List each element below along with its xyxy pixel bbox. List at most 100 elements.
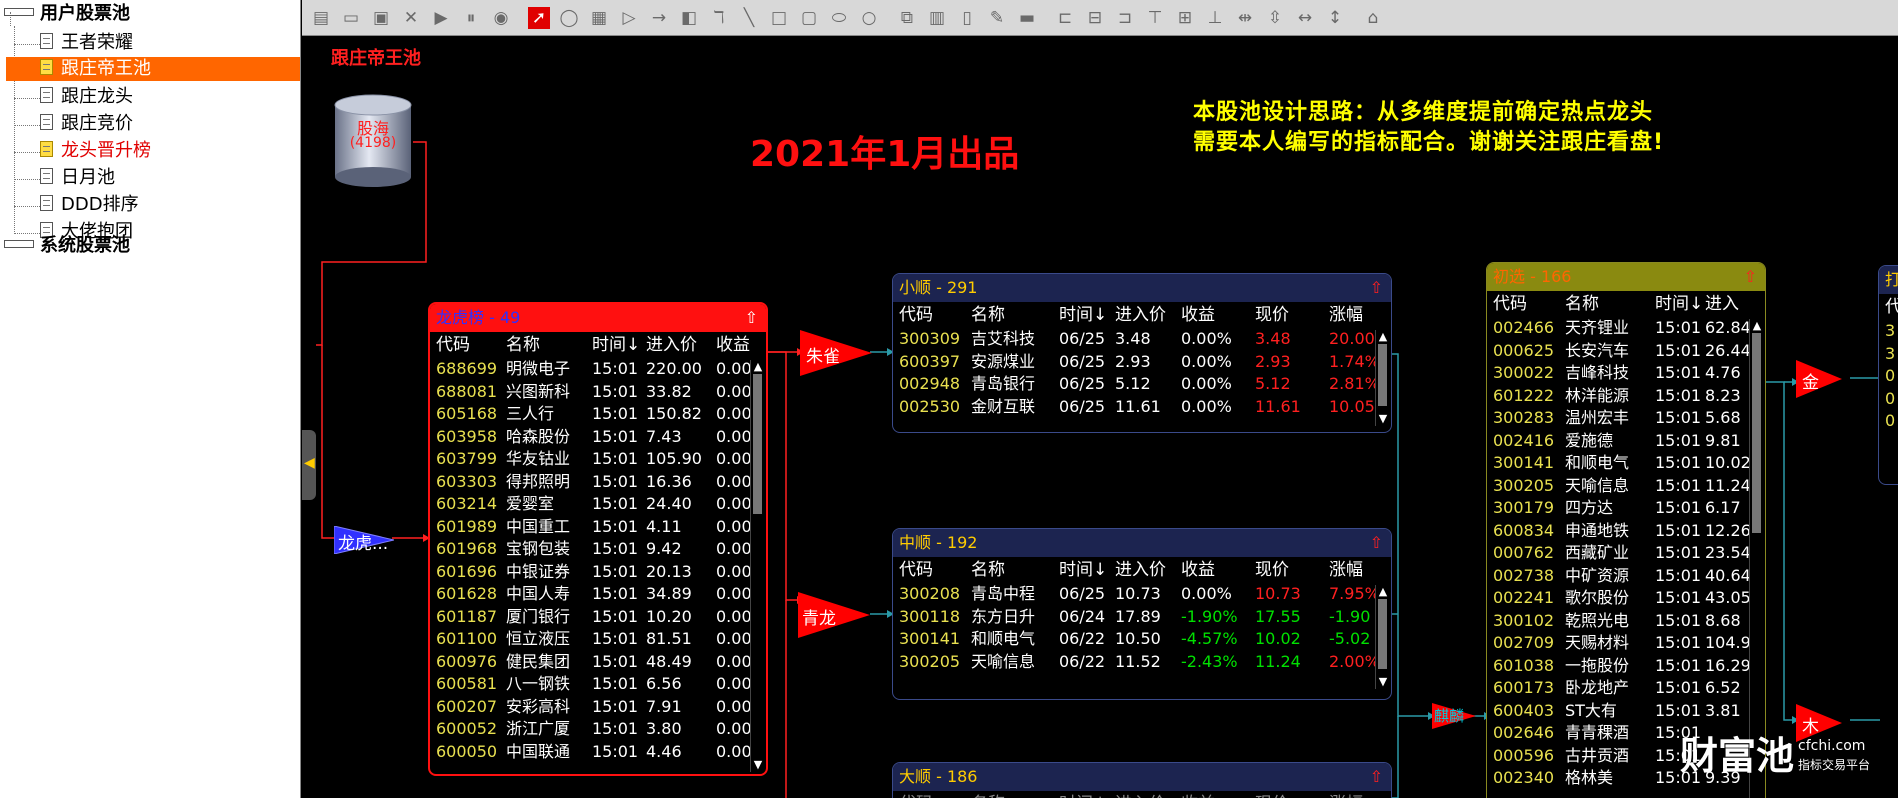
scroll-up-icon[interactable]: ▲ [1376, 330, 1390, 344]
table-row[interactable]: 600397 安源煤业 06/25 2.93 0.00% 2.93 1.74% [893, 351, 1391, 374]
table-row[interactable]: 300179 四方达 15:01 6.17 [1487, 497, 1765, 520]
column-header[interactable]: 进入价 [1115, 557, 1166, 583]
column-header[interactable]: 名称 [971, 791, 1005, 798]
column-header[interactable]: 名称 [506, 332, 540, 358]
column-header[interactable]: 代码 [899, 302, 933, 328]
table-row[interactable]: 601038 一拖股份 15:01 16.29 [1487, 655, 1765, 678]
column-header[interactable]: 代码 [1493, 291, 1527, 317]
scroll-thumb[interactable] [1378, 344, 1387, 406]
panel-scrollbar[interactable]: ▲ ▼ [1375, 330, 1389, 426]
column-header[interactable]: 现价 [1255, 557, 1289, 583]
table-row[interactable]: 603799 华友钴业 15:01 105.90 0.00 [430, 448, 766, 471]
panel-chuxuan[interactable]: 初选 - 166 ⇧ 代码 名称 时间↓ 进入 002466 天齐锂业 15:01 62.8… [1486, 262, 1766, 798]
table-row[interactable]: 601187 厦门银行 15:01 10.20 0.00 [430, 606, 766, 629]
table-row[interactable]: 300141 和顺电气 15:01 10.02 [1487, 452, 1765, 475]
column-header[interactable]: 收益 [1181, 302, 1215, 328]
table-row[interactable]: 300208 青岛中程 06/25 10.73 0.00% 10.73 7.95% [893, 583, 1391, 606]
source-pool-cylinder[interactable]: 股海 (4198) [333, 93, 413, 189]
scroll-thumb[interactable] [1752, 333, 1761, 533]
scroll-up-icon[interactable]: ▲ [1750, 319, 1764, 333]
panel-zhongshun[interactable]: 中顺 - 192 ⇧ 代码 名称 时间↓ 进入价 收益 现价 涨幅 300208 青岛中程 06… [892, 528, 1392, 700]
table-row[interactable]: 002530 金财互联 06/25 11.61 0.00% 11.61 10.05 [893, 396, 1391, 419]
column-header[interactable]: 代码 [899, 791, 933, 798]
column-header[interactable]: 现价 [1255, 302, 1289, 328]
table-row[interactable]: 688081 兴图新科 15:01 33.82 0.00 [430, 381, 766, 404]
scroll-down-icon[interactable]: ▼ [1376, 412, 1390, 426]
table-row[interactable]: 600207 安彩高科 15:01 7.91 0.00 [430, 696, 766, 719]
column-header[interactable]: 收益 [1181, 791, 1215, 798]
panel-xiaoshun[interactable]: 小顺 - 291 ⇧ 代码 名称 时间↓ 进入价 收益 现价 涨幅 300309 吉艾科技 06… [892, 273, 1392, 433]
column-header[interactable]: 名称 [971, 302, 1005, 328]
column-header[interactable]: 时间↓ [592, 332, 640, 358]
column-header[interactable]: 涨幅 [1329, 791, 1363, 798]
flag-longhu[interactable]: 龙虎... [333, 525, 395, 558]
table-row[interactable]: 000625 长安汽车 15:01 26.44 [1487, 340, 1765, 363]
up-arrow-icon[interactable]: ⇧ [1370, 274, 1383, 302]
up-arrow-icon[interactable]: ⇧ [1744, 263, 1757, 291]
table-row[interactable]: 002738 中矿资源 15:01 40.64 [1487, 565, 1765, 588]
table-row[interactable]: 600050 中国联通 15:01 4.46 0.00 [430, 741, 766, 764]
table-row[interactable]: 600834 申通地铁 15:01 12.26 [1487, 520, 1765, 543]
table-row[interactable]: 600403 ST大有 15:01 3.81 [1487, 700, 1765, 723]
table-row[interactable]: 002948 青岛银行 06/25 5.12 0.00% 5.12 2.81% [893, 373, 1391, 396]
column-header[interactable]: 时间↓ [1059, 302, 1107, 328]
table-row[interactable]: 002709 天赐材料 15:01 104.9 [1487, 632, 1765, 655]
table-row[interactable]: 601696 中银证券 15:01 20.13 0.00 [430, 561, 766, 584]
table-row[interactable]: 601968 宝钢包装 15:01 9.42 0.00 [430, 538, 766, 561]
table-row[interactable]: 603303 得邦照明 15:01 16.36 0.00 [430, 471, 766, 494]
table-row[interactable]: 002416 爱施德 15:01 9.81 [1487, 430, 1765, 453]
table-row[interactable]: 300205 天喻信息 15:01 11.24 [1487, 475, 1765, 498]
table-row[interactable]: 300205 天喻信息 06/22 11.52 -2.43% 11.24 2.00% [893, 651, 1391, 674]
table-row[interactable]: 603958 哈森股份 15:01 7.43 0.00 [430, 426, 766, 449]
flag-qinglong[interactable]: 青龙 [798, 592, 870, 642]
table-row[interactable]: 600581 八一钢铁 15:01 6.56 0.00 [430, 673, 766, 696]
column-header[interactable]: 名称 [1565, 291, 1599, 317]
column-header[interactable]: 代码 [899, 557, 933, 583]
table-row[interactable]: 002241 歌尔股份 15:01 43.05 [1487, 587, 1765, 610]
table-row[interactable]: 600976 健民集团 15:01 48.49 0.00 [430, 651, 766, 674]
column-header[interactable]: 涨幅 [1329, 557, 1363, 583]
scroll-up-icon[interactable]: ▲ [1376, 585, 1390, 599]
table-row[interactable]: 300283 温州宏丰 15:01 5.68 [1487, 407, 1765, 430]
column-header[interactable]: 进入价 [1115, 791, 1166, 798]
table-row[interactable]: 300022 吉峰科技 15:01 4.76 [1487, 362, 1765, 385]
table-row[interactable]: 603214 爱婴室 15:01 24.40 0.00 [430, 493, 766, 516]
column-header[interactable]: 进入 [1705, 291, 1739, 317]
table-row[interactable]: 300102 乾照光电 15:01 8.68 [1487, 610, 1765, 633]
up-arrow-icon[interactable]: ⇧ [1370, 763, 1383, 791]
up-arrow-icon[interactable]: ⇧ [1370, 529, 1383, 557]
column-header[interactable]: 进入价 [1115, 302, 1166, 328]
scroll-thumb[interactable] [753, 374, 762, 514]
column-header[interactable]: 名称 [971, 557, 1005, 583]
flag-qilin[interactable]: 麒麟 [1432, 703, 1476, 733]
table-row[interactable]: 000762 西藏矿业 15:01 23.54 [1487, 542, 1765, 565]
panel-scrollbar[interactable]: ▲ ▼ [750, 360, 764, 772]
panel-scrollbar[interactable]: ▲ ▼ [1375, 585, 1389, 689]
column-header[interactable]: 涨幅 [1329, 302, 1363, 328]
table-row[interactable]: 600173 卧龙地产 15:01 6.52 [1487, 677, 1765, 700]
column-header[interactable]: 时间↓ [1059, 557, 1107, 583]
table-row[interactable]: 605168 三人行 15:01 150.82 0.00 [430, 403, 766, 426]
panel-longhubang[interactable]: 龙虎榜 - 49 ⇧ 代码 名称 时间↓ 进入价 收益 688699 明微电子 15:01 2… [428, 302, 768, 776]
panel-edge[interactable]: 打 代 3 3 0 0 0 [1878, 265, 1898, 485]
column-header[interactable]: 收益 [1181, 557, 1215, 583]
scroll-up-icon[interactable]: ▲ [751, 360, 765, 374]
column-header[interactable]: 现价 [1255, 791, 1289, 798]
table-row[interactable]: 300141 和顺电气 06/22 10.50 -4.57% 10.02 -5.02 [893, 628, 1391, 651]
table-row[interactable]: 300309 吉艾科技 06/25 3.48 0.00% 3.48 20.00 [893, 328, 1391, 351]
panel-dashun[interactable]: 大顺 - 186 ⇧ 代码 名称 时间↓ 进入价 收益 现价 涨幅 [892, 762, 1392, 798]
up-arrow-icon[interactable]: ⇧ [745, 304, 758, 332]
column-header[interactable]: 进入价 [646, 332, 697, 358]
scroll-down-icon[interactable]: ▼ [751, 758, 765, 772]
flag-jin[interactable]: 金 [1796, 360, 1842, 402]
column-header[interactable]: 时间↓ [1059, 791, 1107, 798]
column-header[interactable]: 时间↓ [1655, 291, 1703, 317]
table-row[interactable]: 600052 浙江广厦 15:01 3.80 0.00 [430, 718, 766, 741]
table-row[interactable]: 300118 东方日升 06/24 17.89 -1.90% 17.55 -1.90 [893, 606, 1391, 629]
table-row[interactable]: 002466 天齐锂业 15:01 62.84 [1487, 317, 1765, 340]
column-header[interactable]: 代码 [436, 332, 470, 358]
table-row[interactable]: 688699 明微电子 15:01 220.00 0.00 [430, 358, 766, 381]
flag-zhuque[interactable]: 朱雀 [800, 330, 872, 380]
table-row[interactable]: 601628 中国人寿 15:01 34.89 0.00 [430, 583, 766, 606]
table-row[interactable]: 601100 恒立液压 15:01 81.51 0.00 [430, 628, 766, 651]
